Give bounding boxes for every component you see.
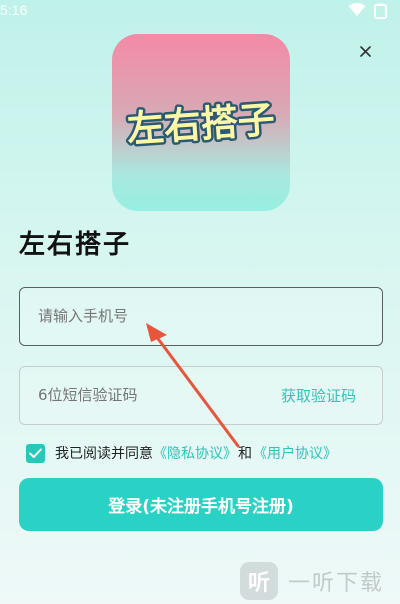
watermark: 听 一听下载 — [240, 561, 400, 601]
close-icon — [359, 45, 371, 57]
login-button[interactable]: 登录(未注册手机号注册) — [19, 478, 383, 531]
get-code-button[interactable]: 获取验证码 — [281, 385, 356, 406]
close-button[interactable] — [354, 40, 376, 62]
wifi-icon — [348, 3, 366, 16]
agree-label: 我已阅读并同意 — [55, 446, 153, 462]
status-time: 5:16 — [0, 2, 28, 18]
page-title: 左右搭子 — [19, 230, 132, 260]
user-agreement-link[interactable]: 《用户协议》 — [253, 443, 337, 463]
checkmark-icon — [29, 448, 42, 458]
status-icons — [340, 0, 400, 20]
agree-and-text: 和 — [238, 446, 252, 462]
logo-text: 左右搭子 — [126, 98, 277, 151]
status-bar: 5:16 — [0, 0, 400, 20]
privacy-policy-link[interactable]: 《隐私协议》 — [153, 443, 237, 463]
watermark-badge: 听 — [240, 562, 278, 600]
battery-icon — [374, 3, 387, 19]
agree-checkbox[interactable] — [26, 443, 45, 463]
phone-field[interactable] — [19, 287, 383, 346]
phone-input[interactable] — [38, 307, 278, 325]
code-input[interactable] — [38, 386, 278, 404]
app-logo: 左右搭子 — [112, 34, 290, 211]
code-field[interactable]: 获取验证码 — [19, 366, 383, 425]
watermark-text: 一听下载 — [288, 571, 385, 596]
agreement-row: 我已阅读并同意 《隐私协议》 和 《用户协议》 — [26, 442, 386, 464]
